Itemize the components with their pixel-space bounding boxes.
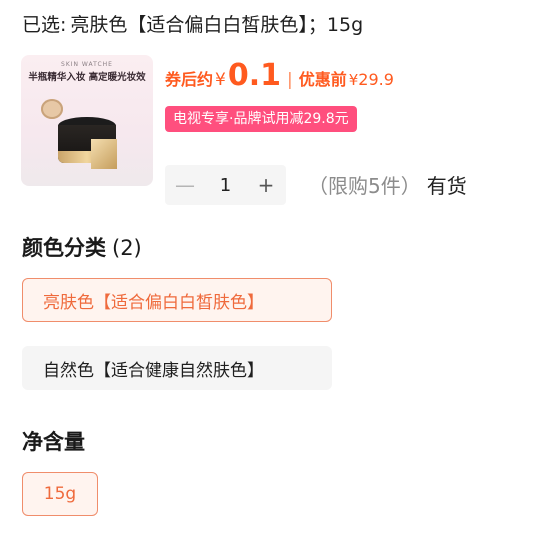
original-currency-symbol: ¥: [348, 71, 359, 89]
minus-icon[interactable]: —: [165, 165, 205, 205]
purchase-limit-text: （限购5件）: [308, 174, 421, 198]
color-section-title: 颜色分类 (2): [22, 232, 142, 262]
price-divider: |: [287, 70, 293, 90]
selected-value: 亮肤色【适合偏白白皙肤色】；15g: [70, 14, 364, 36]
stock-info: （限购5件） 有货: [308, 170, 467, 199]
size-option-label: 15g: [43, 484, 77, 504]
thumb-headline-text: 半瓶精华入妆 高定暖光妆效: [28, 72, 146, 83]
quantity-value[interactable]: 1: [220, 175, 231, 196]
color-option-bright[interactable]: 亮肤色【适合偏白白皙肤色】: [22, 278, 332, 322]
promo-tag: 电视专享·品牌试用减29.8元: [165, 106, 357, 132]
coupon-price: 0.1: [227, 58, 281, 93]
color-option-label: 亮肤色【适合偏白白皙肤色】: [43, 292, 264, 313]
currency-symbol: ¥: [215, 70, 226, 90]
color-option-count: (2): [112, 236, 142, 260]
original-price: 29.9: [358, 70, 394, 89]
gold-box-icon: [91, 139, 117, 169]
thumb-brand-text: SKIN WATCHE: [61, 61, 113, 68]
coupon-price-label: 券后约: [165, 70, 214, 89]
size-option-15g[interactable]: 15g: [22, 472, 98, 516]
stock-status: 有货: [426, 174, 467, 198]
original-price-label: 优惠前: [298, 70, 347, 89]
quantity-stepper: — 1 +: [165, 165, 286, 205]
color-option-label: 自然色【适合健康自然肤色】: [43, 360, 264, 381]
color-option-natural[interactable]: 自然色【适合健康自然肤色】: [22, 346, 332, 390]
selected-label: 已选:: [22, 14, 67, 36]
price-row: 券后约 ¥ 0.1 | 优惠前 ¥ 29.9: [165, 58, 394, 93]
plus-icon[interactable]: +: [246, 165, 286, 205]
color-section-label: 颜色分类: [22, 236, 106, 260]
size-section-title: 净含量: [22, 430, 85, 454]
selected-summary: 已选: 亮肤色【适合偏白白皙肤色】；15g: [22, 10, 363, 37]
product-image[interactable]: SKIN WATCHE 半瓶精华入妆 高定暖光妆效: [21, 55, 153, 186]
powder-swatch-icon: [41, 99, 63, 119]
